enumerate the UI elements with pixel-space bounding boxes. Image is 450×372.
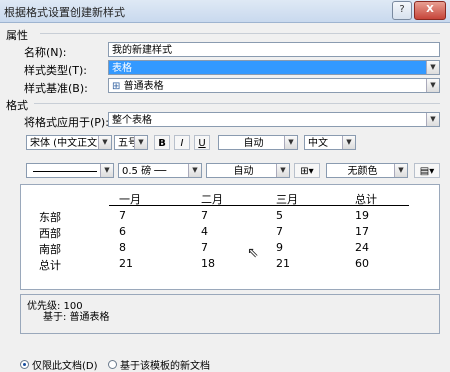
help-button[interactable]: ? bbox=[392, 1, 412, 20]
font-select[interactable]: 宋体 (中文正文) ▼ bbox=[26, 135, 112, 150]
preview-cell: 24 bbox=[355, 241, 369, 254]
borders-button[interactable]: ⊞▾ bbox=[294, 163, 320, 178]
size-select[interactable]: 五号 ▼ bbox=[114, 135, 148, 150]
style-based-select[interactable]: ⊞ 普通表格 ▼ bbox=[108, 78, 440, 93]
font-value: 宋体 (中文正文) bbox=[30, 138, 101, 149]
preview-cell: 21 bbox=[119, 257, 133, 270]
italic-button[interactable]: I bbox=[174, 135, 190, 150]
preview-cell: 9 bbox=[276, 241, 283, 254]
preview-cell: 19 bbox=[355, 209, 369, 222]
preview-cell: 5 bbox=[276, 209, 283, 222]
type-label: 样式类型(T): bbox=[24, 64, 88, 77]
shading-select[interactable]: 无颜色 ▼ bbox=[326, 163, 408, 178]
title-bar: 根据格式设置创建新样式 ? X bbox=[0, 0, 450, 23]
chevron-down-icon[interactable]: ▼ bbox=[284, 136, 297, 149]
preview-row-label: 南部 bbox=[39, 243, 61, 256]
close-button[interactable]: X bbox=[414, 1, 446, 20]
line-style-preview: ── bbox=[154, 166, 167, 177]
chevron-down-icon[interactable]: ▼ bbox=[100, 164, 113, 177]
apply-label: 将格式应用于(P): bbox=[24, 116, 109, 129]
chevron-down-icon[interactable]: ▼ bbox=[394, 164, 407, 177]
properties-header: 属性 bbox=[6, 29, 28, 42]
format-header: 格式 bbox=[6, 99, 28, 112]
preview-cell: 4 bbox=[201, 225, 208, 238]
underline-button[interactable]: U bbox=[194, 135, 210, 150]
name-label: 名称(N): bbox=[24, 46, 67, 59]
based-on-text: 基于: 普通表格 bbox=[43, 312, 110, 323]
border-width-select[interactable]: 0.5 磅 ── ▼ bbox=[118, 163, 202, 178]
preview-cell: 7 bbox=[201, 241, 208, 254]
only-this-doc-radio[interactable] bbox=[20, 360, 29, 369]
table-format-icon: ▤▾ bbox=[419, 166, 435, 177]
new-docs-template-radio[interactable] bbox=[108, 360, 117, 369]
chevron-down-icon[interactable]: ▼ bbox=[426, 61, 439, 74]
chevron-down-icon[interactable]: ▼ bbox=[426, 113, 439, 126]
apply-to-value: 整个表格 bbox=[112, 115, 152, 126]
style-type-select[interactable]: 表格 ▼ bbox=[108, 60, 440, 75]
preview-cell: 8 bbox=[119, 241, 126, 254]
apply-to-select[interactable]: 整个表格 ▼ bbox=[108, 112, 440, 127]
bold-button[interactable]: B bbox=[154, 135, 170, 150]
shading-value: 无颜色 bbox=[347, 166, 378, 177]
preview-row-label: 西部 bbox=[39, 227, 61, 240]
preview-cell: 60 bbox=[355, 257, 369, 270]
font-color-select[interactable]: 自动 ▼ bbox=[218, 135, 298, 150]
chevron-down-icon[interactable]: ▼ bbox=[98, 136, 111, 149]
style-description: 优先级: 100 基于: 普通表格 bbox=[20, 294, 440, 334]
preview-cell: 7 bbox=[276, 225, 283, 238]
name-field[interactable]: 我的新建样式 bbox=[108, 42, 440, 57]
border-width-value: 0.5 磅 bbox=[122, 166, 152, 177]
table-icon: ⊞ bbox=[112, 81, 121, 92]
preview-row-label: 总计 bbox=[39, 259, 61, 272]
chevron-down-icon[interactable]: ▼ bbox=[188, 164, 201, 177]
preview-row-label: 东部 bbox=[39, 211, 61, 224]
border-color-value: 自动 bbox=[233, 166, 254, 177]
properties-divider bbox=[40, 33, 440, 34]
preview-cell: 6 bbox=[119, 225, 126, 238]
language-value: 中文 bbox=[308, 138, 328, 149]
border-color-select[interactable]: 自动 ▼ bbox=[206, 163, 290, 178]
preview-cell: 18 bbox=[201, 257, 215, 270]
line-style-preview bbox=[33, 171, 97, 172]
window-title: 根据格式设置创建新样式 bbox=[4, 6, 125, 19]
format-divider bbox=[34, 103, 440, 104]
preview-header-rule bbox=[109, 205, 409, 206]
preview-pane: 一月 二月 三月 总计 东部 7 7 5 19 西部 6 4 7 17 南部 8… bbox=[20, 184, 440, 290]
chevron-down-icon[interactable]: ▼ bbox=[342, 136, 355, 149]
language-select[interactable]: 中文 ▼ bbox=[304, 135, 356, 150]
based-label: 样式基准(B): bbox=[24, 82, 88, 95]
preview-cell: 21 bbox=[276, 257, 290, 270]
grid-icon: ⊞▾ bbox=[300, 166, 314, 177]
preview-cell: 17 bbox=[355, 225, 369, 238]
chevron-down-icon[interactable]: ▼ bbox=[426, 79, 439, 92]
only-this-doc-label: 仅限此文档(D) bbox=[32, 361, 98, 372]
chevron-down-icon[interactable]: ▼ bbox=[134, 136, 147, 149]
style-type-value: 表格 bbox=[112, 63, 132, 74]
chevron-down-icon[interactable]: ▼ bbox=[276, 164, 289, 177]
preview-cell: 7 bbox=[201, 209, 208, 222]
border-style-select[interactable]: ▼ bbox=[26, 163, 114, 178]
style-based-value: 普通表格 bbox=[123, 81, 164, 92]
preview-cell: 7 bbox=[119, 209, 126, 222]
font-color-value: 自动 bbox=[243, 138, 264, 149]
mouse-cursor-icon: ⇖ bbox=[247, 245, 259, 261]
table-format-button[interactable]: ▤▾ bbox=[414, 163, 440, 178]
new-docs-template-label: 基于该模板的新文档 bbox=[120, 361, 210, 372]
